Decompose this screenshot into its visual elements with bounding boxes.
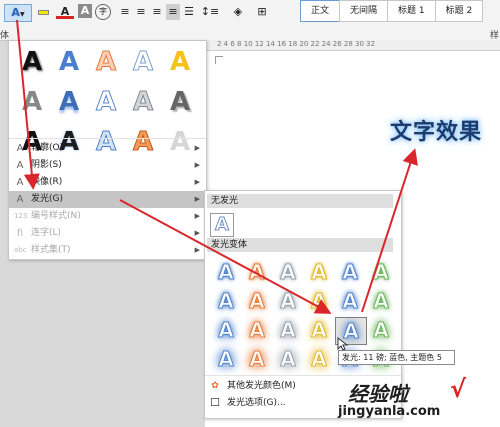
annotation-arrows xyxy=(16,19,418,351)
mouse-cursor-icon xyxy=(337,336,349,351)
arrow-to-glow-variant xyxy=(119,199,332,314)
arrow-to-glow-menu xyxy=(16,19,40,190)
arrow-to-effect-text xyxy=(361,148,418,313)
